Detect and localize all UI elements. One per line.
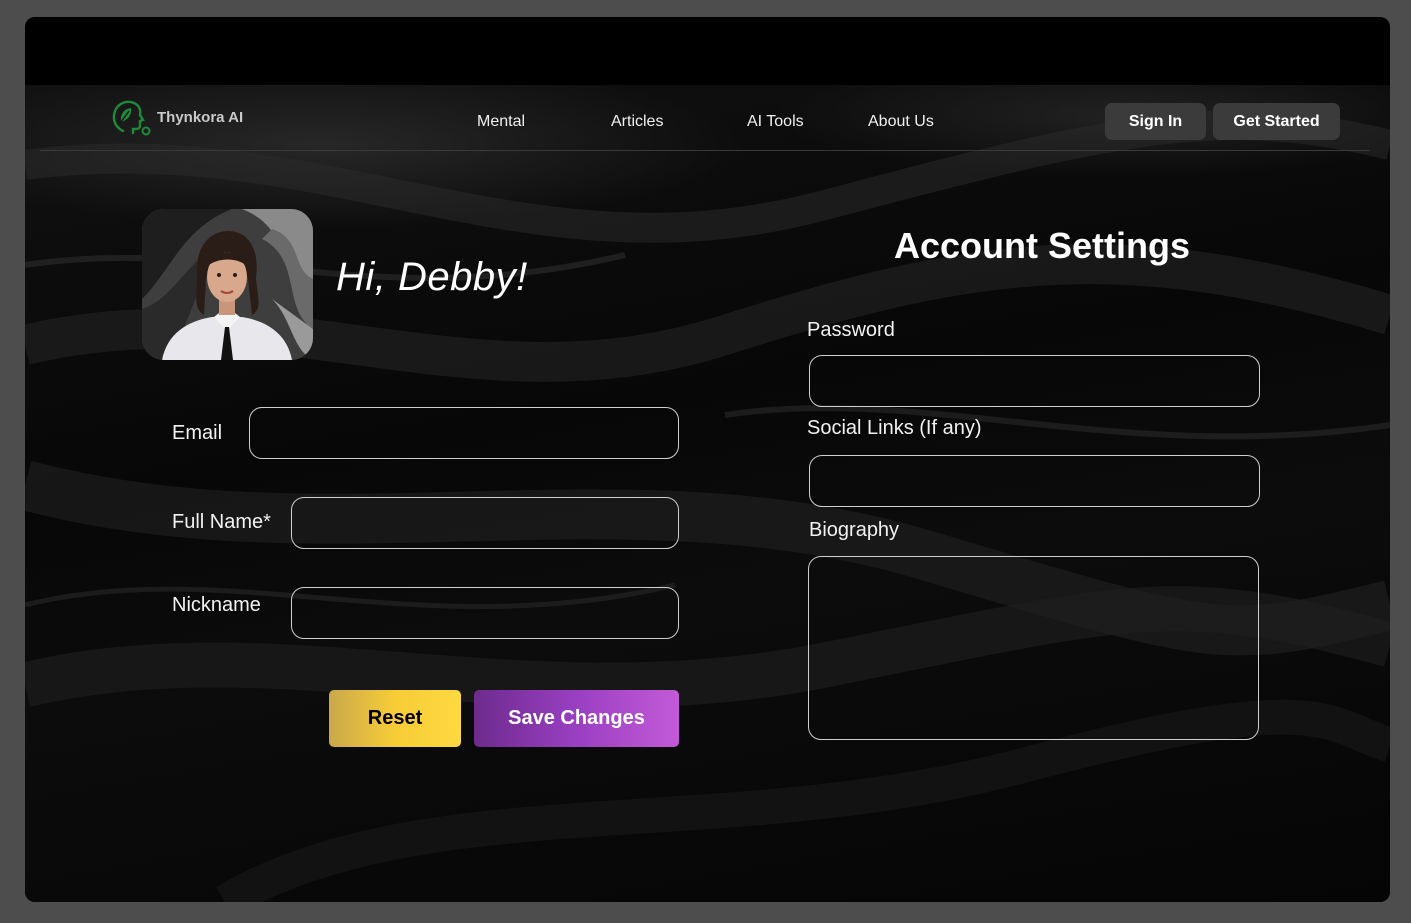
nav-divider <box>40 150 1370 151</box>
social-links-field[interactable] <box>809 455 1260 507</box>
email-field[interactable] <box>249 407 679 459</box>
biography-textarea[interactable] <box>808 556 1259 740</box>
brand-name: Thynkora AI <box>157 108 244 126</box>
avatar[interactable] <box>142 209 313 360</box>
biography-label: Biography <box>809 519 900 541</box>
nickname-field[interactable] <box>291 587 679 639</box>
nav-link-articles[interactable]: Articles <box>611 113 663 131</box>
top-navigation: Thynkora AI Mental Articles AI Tools Abo… <box>25 85 1390 150</box>
email-label: Email <box>172 422 223 444</box>
reset-button[interactable]: Reset <box>329 690 461 747</box>
save-changes-button[interactable]: Save Changes <box>474 690 679 747</box>
leaf-head-icon <box>112 100 151 136</box>
social-links-label: Social Links (If any) <box>807 417 982 439</box>
get-started-button[interactable]: Get Started <box>1213 103 1340 140</box>
window-top-bar <box>25 17 1390 85</box>
profile-photo <box>142 209 313 360</box>
account-settings-title: Account Settings <box>894 225 1191 266</box>
full-name-field[interactable] <box>291 497 679 549</box>
greeting-heading: Hi, Debby! <box>336 255 528 299</box>
brand-logo[interactable]: Thynkora AI <box>109 97 243 137</box>
nickname-label: Nickname <box>172 594 261 616</box>
nav-link-mental[interactable]: Mental <box>477 113 525 131</box>
app-window: Thynkora AI Mental Articles AI Tools Abo… <box>25 17 1390 902</box>
nav-link-about-us[interactable]: About Us <box>868 113 934 131</box>
password-label: Password <box>807 319 895 341</box>
password-field[interactable] <box>809 355 1260 407</box>
sign-in-button[interactable]: Sign In <box>1105 103 1206 140</box>
nav-link-ai-tools[interactable]: AI Tools <box>747 113 804 131</box>
full-name-label: Full Name* <box>172 511 271 533</box>
